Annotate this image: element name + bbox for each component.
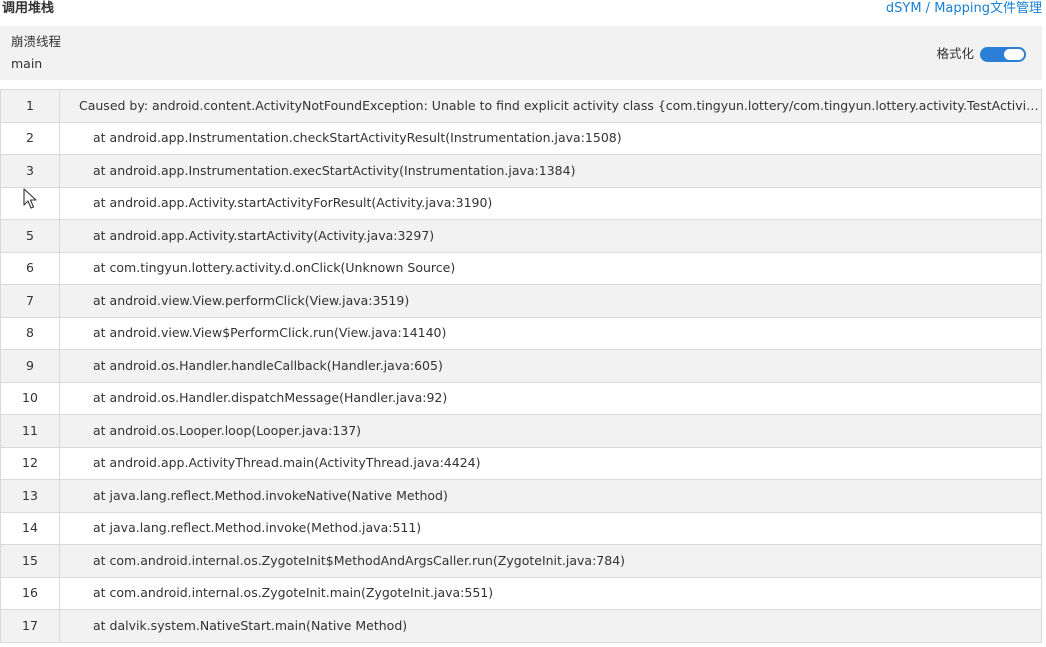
stack-frame-text: at android.view.View$PerformClick.run(Vi…	[93, 325, 447, 341]
stack-frame-text: at android.app.Instrumentation.checkStar…	[93, 130, 622, 146]
stack-frame-number: 17	[0, 609, 60, 643]
format-toggle-group: 格式化	[936, 45, 1026, 63]
stack-frame-cell: at android.os.Handler.dispatchMessage(Ha…	[59, 381, 1042, 415]
stack-frame-cell: at android.app.Instrumentation.execStart…	[59, 154, 1042, 188]
stack-frame-number: 3	[0, 154, 60, 188]
stack-frame-text: at android.app.Activity.startActivityFor…	[93, 195, 493, 211]
stack-frame-number: 15	[0, 544, 60, 578]
call-stack-header: 调用堆栈 dSYM / Mapping文件管理	[0, 0, 1046, 22]
stack-frame-number: 6	[0, 251, 60, 285]
stack-frame-number: 1	[0, 89, 60, 123]
stack-frame-row: 11 at android.os.Looper.loop(Looper.java:…	[0, 414, 1042, 448]
stack-frame-number: 5	[0, 219, 60, 253]
stack-frame-row: 7 at android.view.View.performClick(View.…	[0, 284, 1042, 318]
stack-frame-row: 1 Caused by: android.content.ActivityNotF…	[0, 89, 1042, 123]
crash-thread-value: main	[11, 56, 43, 71]
stack-frame-row: 2 at android.app.Instrumentation.checkSta…	[0, 121, 1042, 155]
stack-frame-cell: at dalvik.system.NativeStart.main(Native…	[59, 609, 1042, 643]
stack-frame-row: 6 at com.tingyun.lottery.activity.d.onCli…	[0, 251, 1042, 285]
stack-frame-cell: at android.app.ActivityThread.main(Activ…	[59, 446, 1042, 480]
stack-frame-number: 9	[0, 349, 60, 383]
stack-frame-row: 9 at android.os.Handler.handleCallback(Ha…	[0, 349, 1042, 383]
stack-trace-body: 1 Caused by: android.content.ActivityNotF…	[0, 89, 1042, 643]
stack-frame-text: at android.app.ActivityThread.main(Activ…	[93, 455, 481, 471]
stack-frame-cell: at android.app.Activity.startActivityFor…	[59, 186, 1042, 220]
stack-frame-number: 7	[0, 284, 60, 318]
stack-frame-text: at android.app.Instrumentation.execStart…	[93, 162, 576, 178]
stack-frame-row: 16 at com.android.internal.os.ZygoteInit.…	[0, 576, 1042, 610]
stack-frame-cell: Caused by: android.content.ActivityNotFo…	[59, 89, 1042, 123]
stack-frame-cell: at android.view.View$PerformClick.run(Vi…	[59, 316, 1042, 350]
call-stack-page: 调用堆栈 dSYM / Mapping文件管理 崩溃线程 main 格式化 1 C…	[0, 0, 1046, 647]
stack-frame-text: at android.os.Handler.dispatchMessage(Ha…	[93, 390, 448, 406]
stack-frame-number: 10	[0, 381, 60, 415]
toggle-knob	[1004, 48, 1024, 60]
stack-frame-number: 13	[0, 479, 60, 513]
format-toggle-switch[interactable]	[980, 46, 1026, 62]
stack-frame-text: at android.app.Activity.startActivity(Ac…	[93, 227, 435, 243]
stack-frame-text: at com.android.internal.os.ZygoteInit$Me…	[93, 552, 626, 568]
format-toggle-label: 格式化	[936, 46, 974, 61]
stack-frame-text: at dalvik.system.NativeStart.main(Native…	[93, 617, 408, 633]
stack-frame-text: at android.os.Handler.handleCallback(Han…	[93, 357, 443, 373]
stack-frame-number: 12	[0, 446, 60, 480]
stack-frame-cell: at android.app.Instrumentation.checkStar…	[59, 121, 1042, 155]
stack-frame-row: 10 at android.os.Handler.dispatchMessage(…	[0, 381, 1042, 415]
stack-frame-row: 12 at android.app.ActivityThread.main(Act…	[0, 446, 1042, 480]
stack-frame-text: at com.tingyun.lottery.activity.d.onClic…	[93, 260, 456, 276]
section-title: 调用堆栈	[2, 1, 55, 16]
stack-frame-row: 5 at android.app.Activity.startActivity(A…	[0, 219, 1042, 253]
stack-frame-row: 8 at android.view.View$PerformClick.run(V…	[0, 316, 1042, 350]
stack-frame-cell: at com.tingyun.lottery.activity.d.onClic…	[59, 251, 1042, 285]
stack-frame-cell: at android.os.Handler.handleCallback(Han…	[59, 349, 1042, 383]
stack-frame-number: 8	[0, 316, 60, 350]
stack-frame-row: 13 at java.lang.reflect.Method.invokeNati…	[0, 479, 1042, 513]
stack-frame-text: at java.lang.reflect.Method.invoke(Metho…	[93, 520, 422, 536]
stack-frame-row: 15 at com.android.internal.os.ZygoteInit$…	[0, 544, 1042, 578]
stack-frame-row: 17 at dalvik.system.NativeStart.main(Nati…	[0, 609, 1042, 643]
mapping-file-management-link[interactable]: dSYM / Mapping文件管理	[886, 0, 1042, 18]
stack-frame-cell: at android.app.Activity.startActivity(Ac…	[59, 219, 1042, 253]
stack-trace-table: 1 Caused by: android.content.ActivityNotF…	[0, 89, 1042, 643]
stack-frame-text: at java.lang.reflect.Method.invokeNative…	[93, 487, 448, 503]
stack-frame-text: at android.view.View.performClick(View.j…	[93, 292, 410, 308]
stack-frame-text: Caused by: android.content.ActivityNotFo…	[79, 97, 1042, 113]
stack-frame-cell: at android.os.Looper.loop(Looper.java:13…	[59, 414, 1042, 448]
stack-frame-cell: at com.android.internal.os.ZygoteInit.ma…	[59, 576, 1042, 610]
stack-frame-row: 3 at android.app.Instrumentation.execStar…	[0, 154, 1042, 188]
stack-frame-text: at com.android.internal.os.ZygoteInit.ma…	[93, 585, 494, 601]
stack-frame-cell: at android.view.View.performClick(View.j…	[59, 284, 1042, 318]
stack-frame-number: 11	[0, 414, 60, 448]
stack-frame-cell: at com.android.internal.os.ZygoteInit$Me…	[59, 544, 1042, 578]
crash-thread-panel: 崩溃线程 main 格式化	[0, 26, 1042, 80]
crash-thread-label: 崩溃线程	[11, 34, 62, 49]
stack-frame-text: at android.os.Looper.loop(Looper.java:13…	[93, 422, 362, 438]
stack-frame-number: 16	[0, 576, 60, 610]
stack-frame-row: 4 at android.app.Activity.startActivityFo…	[0, 186, 1042, 220]
stack-frame-row: 14 at java.lang.reflect.Method.invoke(Met…	[0, 511, 1042, 545]
stack-frame-number: 14	[0, 511, 60, 545]
stack-frame-number: 4	[0, 186, 60, 220]
stack-frame-cell: at java.lang.reflect.Method.invokeNative…	[59, 479, 1042, 513]
stack-frame-cell: at java.lang.reflect.Method.invoke(Metho…	[59, 511, 1042, 545]
stack-frame-number: 2	[0, 121, 60, 155]
